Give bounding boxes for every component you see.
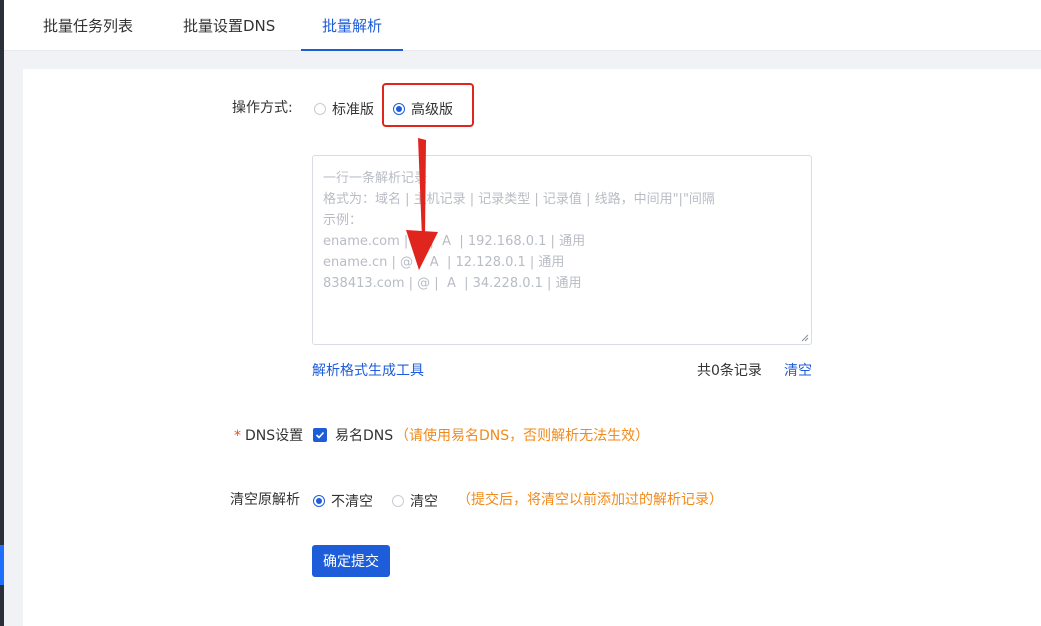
dns-label-group: * DNS设置: [234, 425, 303, 445]
radio-clear-label: 清空: [410, 494, 438, 510]
records-textarea-placeholder: 一行一条解析记录 格式为：域名 | 主机记录 | 记录类型 | 记录值 | 线路…: [323, 171, 715, 291]
annotation-arrow-icon: [406, 138, 438, 270]
mode-label: 操作方式:: [232, 100, 293, 116]
radio-standard[interactable]: 标准版: [314, 99, 374, 119]
submit-button[interactable]: 确定提交: [312, 545, 390, 577]
tab-bar: 批量任务列表 批量设置DNS 批量解析: [4, 0, 1041, 51]
tab-batch-task-list[interactable]: 批量任务列表: [43, 0, 133, 50]
dns-label: DNS设置: [245, 428, 304, 444]
resize-handle-icon[interactable]: [801, 334, 809, 342]
clear-records-link[interactable]: 清空: [784, 360, 812, 380]
checkmark-icon: [315, 431, 325, 439]
clear-hint: （提交后，将清空以前添加过的解析记录）: [457, 492, 723, 508]
tab-batch-resolve[interactable]: 批量解析: [300, 0, 404, 51]
left-sidebar-active-marker: [0, 545, 4, 585]
required-star: *: [234, 428, 241, 444]
dns-hint: （请使用易名DNS，否则解析无法生效）: [395, 428, 650, 444]
radio-clear-dot[interactable]: [392, 495, 404, 507]
record-count: 共0条记录: [697, 363, 762, 379]
radio-no-clear-dot[interactable]: [313, 495, 325, 507]
left-sidebar-strip: [0, 0, 4, 626]
form-panel: 操作方式: 标准版 高级版 一行一条解析记录 格式为：域名 | 主机记录 | 记…: [23, 69, 1041, 626]
radio-standard-dot[interactable]: [314, 103, 326, 115]
records-textarea[interactable]: 一行一条解析记录 格式为：域名 | 主机记录 | 记录类型 | 记录值 | 线路…: [312, 155, 812, 345]
ename-dns-checkbox-label: 易名DNS: [335, 428, 394, 444]
annotation-highlight-box: [382, 83, 474, 127]
tab-batch-set-dns[interactable]: 批量设置DNS: [183, 0, 275, 50]
radio-no-clear-label: 不清空: [331, 494, 373, 510]
dns-checkbox-row: 易名DNS: [313, 425, 393, 445]
clear-original-label: 清空原解析: [230, 492, 300, 508]
format-tool-link[interactable]: 解析格式生成工具: [312, 360, 424, 380]
ename-dns-checkbox[interactable]: [313, 428, 327, 442]
radio-clear[interactable]: 清空: [392, 491, 438, 511]
radio-no-clear[interactable]: 不清空: [313, 491, 373, 511]
radio-standard-label: 标准版: [332, 102, 374, 118]
